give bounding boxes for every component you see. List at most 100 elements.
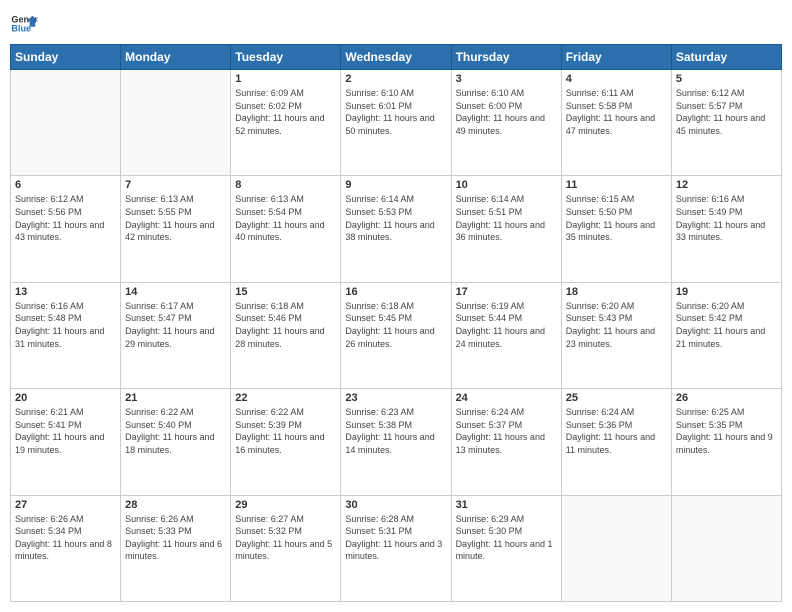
calendar-cell: 21 Sunrise: 6:22 AMSunset: 5:40 PMDayligh… xyxy=(121,389,231,495)
calendar-cell xyxy=(121,70,231,176)
cell-date: 17 xyxy=(456,286,557,298)
cell-info: Sunrise: 6:26 AMSunset: 5:33 PMDaylight:… xyxy=(125,513,226,563)
calendar-cell xyxy=(11,70,121,176)
calendar-cell: 22 Sunrise: 6:22 AMSunset: 5:39 PMDayligh… xyxy=(231,389,341,495)
calendar-cell: 14 Sunrise: 6:17 AMSunset: 5:47 PMDayligh… xyxy=(121,282,231,388)
calendar-cell: 3 Sunrise: 6:10 AMSunset: 6:00 PMDaylight… xyxy=(451,70,561,176)
week-row-3: 13 Sunrise: 6:16 AMSunset: 5:48 PMDayligh… xyxy=(11,282,782,388)
calendar-cell: 20 Sunrise: 6:21 AMSunset: 5:41 PMDayligh… xyxy=(11,389,121,495)
cell-date: 22 xyxy=(235,392,336,404)
calendar-cell: 16 Sunrise: 6:18 AMSunset: 5:45 PMDayligh… xyxy=(341,282,451,388)
calendar-cell: 25Sunrise: 6:24 AMSunset: 5:36 PMDayligh… xyxy=(561,389,671,495)
cell-info: Sunrise: 6:24 AMSunset: 5:37 PMDaylight:… xyxy=(456,406,557,456)
calendar-cell: 8 Sunrise: 6:13 AMSunset: 5:54 PMDaylight… xyxy=(231,176,341,282)
cell-date: 7 xyxy=(125,179,226,191)
cell-info: Sunrise: 6:16 AMSunset: 5:48 PMDaylight:… xyxy=(15,300,116,350)
cell-info: Sunrise: 6:28 AMSunset: 5:31 PMDaylight:… xyxy=(345,513,446,563)
cell-date: 12 xyxy=(676,179,777,191)
cell-date: 8 xyxy=(235,179,336,191)
calendar-cell: 13 Sunrise: 6:16 AMSunset: 5:48 PMDayligh… xyxy=(11,282,121,388)
svg-text:Blue: Blue xyxy=(11,24,31,34)
cell-info: Sunrise: 6:17 AMSunset: 5:47 PMDaylight:… xyxy=(125,300,226,350)
day-header-thursday: Thursday xyxy=(451,45,561,70)
calendar-cell xyxy=(671,495,781,601)
cell-date: 24 xyxy=(456,392,557,404)
cell-date: 9 xyxy=(345,179,446,191)
week-row-1: 1Sunrise: 6:09 AMSunset: 6:02 PMDaylight… xyxy=(11,70,782,176)
calendar-cell: 31 Sunrise: 6:29 AMSunset: 5:30 PMDayligh… xyxy=(451,495,561,601)
page: General Blue SundayMondayTuesdayWednesda… xyxy=(0,0,792,612)
calendar-cell: 26Sunrise: 6:25 AMSunset: 5:35 PMDayligh… xyxy=(671,389,781,495)
header: General Blue xyxy=(10,10,782,38)
cell-date: 16 xyxy=(345,286,446,298)
cell-date: 13 xyxy=(15,286,116,298)
calendar-cell: 5 Sunrise: 6:12 AMSunset: 5:57 PMDaylight… xyxy=(671,70,781,176)
calendar-cell xyxy=(561,495,671,601)
logo-icon: General Blue xyxy=(10,10,38,38)
calendar-cell: 6 Sunrise: 6:12 AMSunset: 5:56 PMDaylight… xyxy=(11,176,121,282)
cell-info: Sunrise: 6:26 AMSunset: 5:34 PMDaylight:… xyxy=(15,513,116,563)
day-header-friday: Friday xyxy=(561,45,671,70)
cell-date: 2 xyxy=(345,73,446,85)
calendar-cell: 11 Sunrise: 6:15 AMSunset: 5:50 PMDayligh… xyxy=(561,176,671,282)
calendar-cell: 15Sunrise: 6:18 AMSunset: 5:46 PMDayligh… xyxy=(231,282,341,388)
calendar-cell: 30 Sunrise: 6:28 AMSunset: 5:31 PMDayligh… xyxy=(341,495,451,601)
cell-date: 10 xyxy=(456,179,557,191)
cell-date: 18 xyxy=(566,286,667,298)
cell-info: Sunrise: 6:13 AMSunset: 5:55 PMDaylight:… xyxy=(125,193,226,243)
cell-info: Sunrise: 6:10 AMSunset: 6:00 PMDaylight:… xyxy=(456,87,557,137)
week-row-2: 6 Sunrise: 6:12 AMSunset: 5:56 PMDaylight… xyxy=(11,176,782,282)
calendar-cell: 18Sunrise: 6:20 AMSunset: 5:43 PMDayligh… xyxy=(561,282,671,388)
calendar-cell: 7 Sunrise: 6:13 AMSunset: 5:55 PMDaylight… xyxy=(121,176,231,282)
calendar-cell: 10 Sunrise: 6:14 AMSunset: 5:51 PMDayligh… xyxy=(451,176,561,282)
cell-date: 30 xyxy=(345,499,446,511)
calendar-cell: 28Sunrise: 6:26 AMSunset: 5:33 PMDayligh… xyxy=(121,495,231,601)
cell-date: 23 xyxy=(345,392,446,404)
cell-info: Sunrise: 6:12 AMSunset: 5:56 PMDaylight:… xyxy=(15,193,116,243)
cell-info: Sunrise: 6:18 AMSunset: 5:45 PMDaylight:… xyxy=(345,300,446,350)
logo: General Blue xyxy=(10,10,38,38)
cell-date: 20 xyxy=(15,392,116,404)
cell-info: Sunrise: 6:22 AMSunset: 5:39 PMDaylight:… xyxy=(235,406,336,456)
cell-info: Sunrise: 6:12 AMSunset: 5:57 PMDaylight:… xyxy=(676,87,777,137)
day-header-sunday: Sunday xyxy=(11,45,121,70)
cell-date: 3 xyxy=(456,73,557,85)
cell-info: Sunrise: 6:22 AMSunset: 5:40 PMDaylight:… xyxy=(125,406,226,456)
cell-date: 11 xyxy=(566,179,667,191)
cell-info: Sunrise: 6:20 AMSunset: 5:42 PMDaylight:… xyxy=(676,300,777,350)
cell-date: 4 xyxy=(566,73,667,85)
cell-info: Sunrise: 6:16 AMSunset: 5:49 PMDaylight:… xyxy=(676,193,777,243)
cell-date: 19 xyxy=(676,286,777,298)
cell-info: Sunrise: 6:14 AMSunset: 5:51 PMDaylight:… xyxy=(456,193,557,243)
cell-info: Sunrise: 6:29 AMSunset: 5:30 PMDaylight:… xyxy=(456,513,557,563)
cell-date: 27 xyxy=(15,499,116,511)
cell-info: Sunrise: 6:15 AMSunset: 5:50 PMDaylight:… xyxy=(566,193,667,243)
cell-date: 6 xyxy=(15,179,116,191)
cell-date: 25 xyxy=(566,392,667,404)
cell-info: Sunrise: 6:21 AMSunset: 5:41 PMDaylight:… xyxy=(15,406,116,456)
cell-date: 31 xyxy=(456,499,557,511)
calendar-cell: 23Sunrise: 6:23 AMSunset: 5:38 PMDayligh… xyxy=(341,389,451,495)
calendar-cell: 19 Sunrise: 6:20 AMSunset: 5:42 PMDayligh… xyxy=(671,282,781,388)
cell-info: Sunrise: 6:14 AMSunset: 5:53 PMDaylight:… xyxy=(345,193,446,243)
calendar-cell: 9 Sunrise: 6:14 AMSunset: 5:53 PMDaylight… xyxy=(341,176,451,282)
week-row-4: 20 Sunrise: 6:21 AMSunset: 5:41 PMDayligh… xyxy=(11,389,782,495)
calendar: SundayMondayTuesdayWednesdayThursdayFrid… xyxy=(10,44,782,602)
day-header-wednesday: Wednesday xyxy=(341,45,451,70)
calendar-cell: 29 Sunrise: 6:27 AMSunset: 5:32 PMDayligh… xyxy=(231,495,341,601)
cell-date: 15 xyxy=(235,286,336,298)
cell-date: 21 xyxy=(125,392,226,404)
cell-date: 14 xyxy=(125,286,226,298)
cell-date: 5 xyxy=(676,73,777,85)
calendar-cell: 27 Sunrise: 6:26 AMSunset: 5:34 PMDayligh… xyxy=(11,495,121,601)
cell-info: Sunrise: 6:27 AMSunset: 5:32 PMDaylight:… xyxy=(235,513,336,563)
cell-info: Sunrise: 6:10 AMSunset: 6:01 PMDaylight:… xyxy=(345,87,446,137)
cell-info: Sunrise: 6:25 AMSunset: 5:35 PMDaylight:… xyxy=(676,406,777,456)
day-header-saturday: Saturday xyxy=(671,45,781,70)
calendar-cell: 24 Sunrise: 6:24 AMSunset: 5:37 PMDayligh… xyxy=(451,389,561,495)
cell-info: Sunrise: 6:13 AMSunset: 5:54 PMDaylight:… xyxy=(235,193,336,243)
calendar-cell: 4 Sunrise: 6:11 AMSunset: 5:58 PMDaylight… xyxy=(561,70,671,176)
cell-date: 29 xyxy=(235,499,336,511)
cell-info: Sunrise: 6:11 AMSunset: 5:58 PMDaylight:… xyxy=(566,87,667,137)
cell-info: Sunrise: 6:19 AMSunset: 5:44 PMDaylight:… xyxy=(456,300,557,350)
